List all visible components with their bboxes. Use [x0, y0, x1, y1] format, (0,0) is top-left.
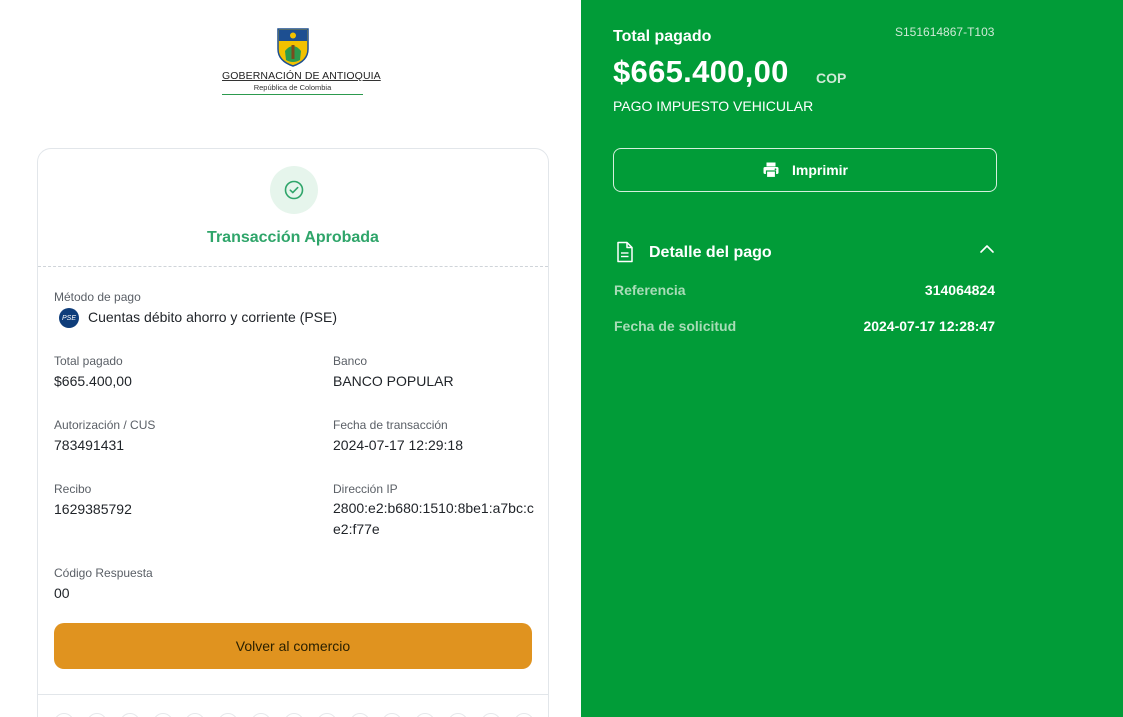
tx-date-label: Fecha de transacción: [333, 418, 448, 432]
auth-label: Autorización / CUS: [54, 418, 156, 432]
check-icon: [284, 180, 304, 200]
total-value: $665.400,00: [54, 373, 132, 389]
payment-detail-title: Detalle del pago: [649, 244, 772, 261]
back-to-merchant-button[interactable]: Volver al comercio: [54, 623, 532, 669]
currency-label: COP: [816, 70, 847, 86]
payment-method-label: Método de pago: [54, 290, 141, 304]
total-label: Total pagado: [54, 354, 123, 368]
chevron-up-icon[interactable]: [979, 243, 995, 255]
payment-detail-toggle[interactable]: Detalle del pago: [613, 240, 997, 266]
summary-title: Total pagado: [613, 28, 712, 45]
transaction-code: S151614867-T103: [895, 25, 995, 39]
printer-icon: [763, 162, 779, 179]
transaction-pane: GOBERNACIÓN DE ANTIOQUIA República de Co…: [0, 0, 581, 717]
pse-icon: PSE: [59, 308, 79, 328]
receipt-value: 1629385792: [54, 501, 132, 517]
auth-value: 783491431: [54, 437, 125, 453]
ip-label: Dirección IP: [333, 482, 398, 496]
status-title: Transacción Aprobada: [207, 229, 379, 246]
response-value: 00: [54, 585, 70, 601]
detail-reference-label: Referencia: [614, 282, 686, 298]
detail-request-date-label: Fecha de solicitud: [614, 318, 737, 334]
brand-name: GOBERNACIÓN DE ANTIOQUIA: [222, 70, 381, 82]
tx-date-value: 2024-07-17 12:29:18: [333, 437, 463, 453]
ip-value: 2800:e2:b680:1510:8be1:a7bc:ce2:f77e: [333, 500, 534, 537]
summary-amount: $665.400,00: [613, 54, 789, 89]
brand-logo: GOBERNACIÓN DE ANTIOQUIA República de Co…: [222, 27, 381, 95]
transaction-card: Transacción Aprobada Método de pago PSE …: [37, 148, 549, 717]
receipt-label: Recibo: [54, 482, 92, 496]
dashed-divider: [38, 266, 548, 267]
card-divider: [38, 694, 548, 695]
detail-request-date-value: 2024-07-17 12:28:47: [863, 318, 995, 334]
receipt-edge-decoration: [54, 713, 534, 717]
print-button-label: Imprimir: [791, 162, 848, 178]
payment-method-value: Cuentas débito ahorro y corriente (PSE): [88, 309, 338, 325]
detail-reference-value: 314064824: [924, 282, 995, 298]
payment-concept: PAGO IMPUESTO VEHICULAR: [613, 98, 814, 114]
bank-value: BANCO POPULAR: [333, 373, 454, 389]
bank-label: Banco: [333, 354, 368, 368]
summary-pane: Total pagado S151614867-T103 $665.400,00…: [581, 0, 1123, 717]
brand-country: República de Colombia: [222, 83, 363, 95]
response-label: Código Respuesta: [54, 566, 153, 580]
coat-of-arms-icon: [276, 28, 309, 67]
status-badge: [270, 166, 318, 214]
print-button[interactable]: Imprimir: [613, 148, 997, 192]
document-icon: [617, 241, 633, 263]
